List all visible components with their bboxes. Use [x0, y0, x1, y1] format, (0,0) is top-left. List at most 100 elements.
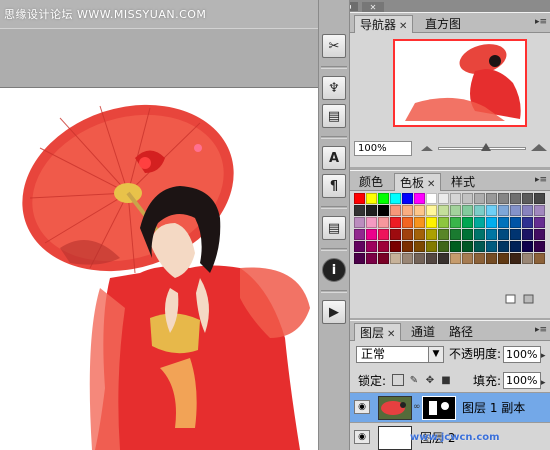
color-swatch[interactable]	[534, 193, 545, 204]
notes-icon[interactable]: ▤	[322, 216, 346, 240]
layer-row[interactable]: ◉ ∞ 图层 1 副本	[350, 393, 550, 423]
color-swatch[interactable]	[450, 217, 461, 228]
color-swatch[interactable]	[486, 229, 497, 240]
color-swatch[interactable]	[414, 193, 425, 204]
close-icon[interactable]: ✕	[427, 179, 435, 190]
color-swatch[interactable]	[498, 241, 509, 252]
color-swatch[interactable]	[522, 193, 533, 204]
color-swatch[interactable]	[366, 241, 377, 252]
color-swatch[interactable]	[510, 193, 521, 204]
color-swatch[interactable]	[438, 253, 449, 264]
color-swatch[interactable]	[462, 217, 473, 228]
color-swatch[interactable]	[378, 253, 389, 264]
panel-menu-icon[interactable]: ▸≡	[535, 324, 547, 336]
tab-layers[interactable]: 图层 ✕	[354, 323, 402, 341]
color-swatch[interactable]	[354, 229, 365, 240]
color-swatch[interactable]	[426, 253, 437, 264]
color-swatch[interactable]	[498, 193, 509, 204]
tab-swatches[interactable]: 色板 ✕	[394, 173, 442, 191]
info-icon[interactable]: i	[322, 258, 346, 282]
color-swatch[interactable]	[474, 193, 485, 204]
color-swatch[interactable]	[390, 193, 401, 204]
zoom-out-icon[interactable]	[420, 143, 434, 153]
color-swatch[interactable]	[402, 229, 413, 240]
blend-mode-select[interactable]: 正常 ▼	[356, 346, 444, 363]
color-swatch[interactable]	[438, 193, 449, 204]
color-swatch[interactable]	[462, 193, 473, 204]
tab-channels[interactable]: 通道	[406, 323, 440, 341]
color-swatch[interactable]	[510, 229, 521, 240]
tab-color[interactable]: 颜色	[354, 173, 388, 191]
color-swatch[interactable]	[486, 217, 497, 228]
color-swatch[interactable]	[402, 205, 413, 216]
color-swatch[interactable]	[354, 193, 365, 204]
color-swatch[interactable]	[522, 229, 533, 240]
color-swatch[interactable]	[402, 253, 413, 264]
color-swatch[interactable]	[414, 229, 425, 240]
color-swatch[interactable]	[390, 229, 401, 240]
color-swatch[interactable]	[390, 253, 401, 264]
opacity-input[interactable]: 100%	[503, 346, 541, 363]
eye-icon[interactable]: ◉	[354, 400, 370, 414]
stamp-icon[interactable]: ▤	[322, 104, 346, 128]
color-swatch[interactable]	[474, 217, 485, 228]
color-swatch[interactable]	[366, 193, 377, 204]
color-swatch[interactable]	[366, 205, 377, 216]
color-swatch[interactable]	[390, 241, 401, 252]
color-swatch[interactable]	[378, 229, 389, 240]
opacity-arrow-icon[interactable]: ▸	[541, 351, 546, 361]
lock-all-icon[interactable]: ■	[440, 374, 452, 386]
color-swatch[interactable]	[438, 241, 449, 252]
color-swatch[interactable]	[426, 229, 437, 240]
color-swatch[interactable]	[534, 241, 545, 252]
crossed-tools-icon[interactable]: ✂	[322, 34, 346, 58]
color-swatch[interactable]	[462, 229, 473, 240]
color-swatch[interactable]	[390, 217, 401, 228]
panel-menu-icon[interactable]: ▸≡	[535, 174, 547, 186]
color-swatch[interactable]	[534, 217, 545, 228]
color-swatch[interactable]	[450, 193, 461, 204]
brush-icon[interactable]: ♆	[322, 76, 346, 100]
color-swatch[interactable]	[522, 217, 533, 228]
color-swatch[interactable]	[486, 205, 497, 216]
document-canvas[interactable]	[0, 88, 318, 450]
navigator-slider-thumb[interactable]	[481, 143, 492, 151]
tab-styles[interactable]: 样式	[446, 173, 480, 191]
navigator-zoom-field[interactable]: 100%	[354, 141, 412, 156]
color-swatch[interactable]	[498, 229, 509, 240]
color-swatch[interactable]	[474, 229, 485, 240]
panel-menu-icon[interactable]: ▸≡	[535, 16, 547, 28]
color-swatch[interactable]	[378, 241, 389, 252]
color-swatch[interactable]	[366, 253, 377, 264]
lock-move-icon[interactable]: ✥	[424, 374, 436, 386]
color-swatch[interactable]	[474, 253, 485, 264]
color-swatch[interactable]	[498, 253, 509, 264]
color-swatch[interactable]	[462, 241, 473, 252]
color-swatch[interactable]	[534, 205, 545, 216]
mask-link-icon[interactable]: ∞	[413, 402, 421, 412]
lock-paint-icon[interactable]: ✎	[408, 374, 420, 386]
color-swatch[interactable]	[498, 205, 509, 216]
eye-icon[interactable]: ◉	[354, 430, 370, 444]
navigator-preview[interactable]	[393, 39, 527, 127]
color-swatch[interactable]	[354, 253, 365, 264]
close-icon[interactable]: ✕	[387, 329, 395, 340]
color-swatch[interactable]	[450, 205, 461, 216]
color-swatch[interactable]	[426, 193, 437, 204]
color-swatch[interactable]	[438, 229, 449, 240]
color-swatch[interactable]	[402, 193, 413, 204]
zoom-in-icon[interactable]	[530, 143, 548, 153]
color-swatch[interactable]	[414, 217, 425, 228]
chevron-down-icon[interactable]: ▼	[428, 347, 443, 362]
color-swatch[interactable]	[378, 193, 389, 204]
color-swatch[interactable]	[426, 241, 437, 252]
color-swatch[interactable]	[414, 205, 425, 216]
color-swatch[interactable]	[402, 217, 413, 228]
color-swatch[interactable]	[522, 253, 533, 264]
color-swatch[interactable]	[366, 229, 377, 240]
color-swatch[interactable]	[510, 253, 521, 264]
color-swatch[interactable]	[534, 229, 545, 240]
color-swatch[interactable]	[474, 205, 485, 216]
color-swatch[interactable]	[354, 241, 365, 252]
actions-play-icon[interactable]: ▶	[322, 300, 346, 324]
